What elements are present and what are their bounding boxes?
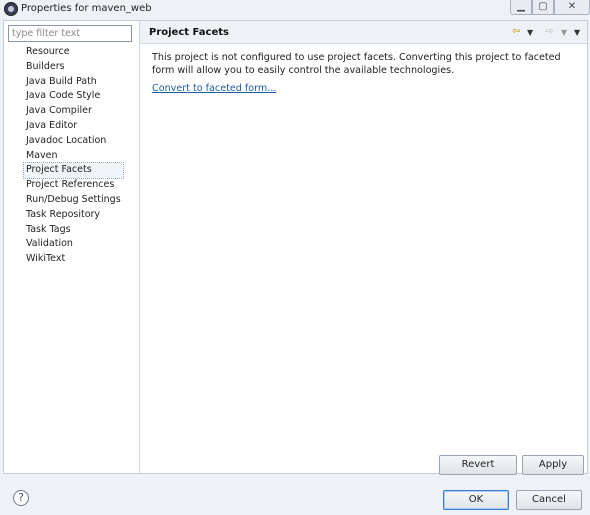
tree-item-project-facets[interactable]: Project Facets	[23, 162, 124, 180]
tree-item-project-references[interactable]: Project References	[24, 178, 123, 193]
tree-item-resource[interactable]: Resource	[24, 45, 123, 60]
info-message: This project is not configured to use pr…	[152, 52, 561, 76]
tree-item-task-tags[interactable]: Task Tags	[24, 223, 123, 238]
tree-item-java-build-path[interactable]: Java Build Path	[24, 75, 123, 90]
maximize-button[interactable]: ▢	[532, 0, 554, 15]
ok-button[interactable]: OK	[443, 490, 509, 510]
convert-link[interactable]: Convert to faceted form...	[152, 83, 276, 94]
property-tree: Resource Builders Java Build Path Java C…	[23, 45, 124, 267]
tree-item-wikitext[interactable]: WikiText	[24, 252, 123, 267]
filter-input[interactable]	[8, 25, 132, 42]
revert-button[interactable]: Revert	[439, 455, 517, 475]
cancel-button[interactable]: Cancel	[516, 490, 582, 510]
view-menu-icon[interactable]: ▼	[574, 28, 580, 37]
navigation-pane: Resource Builders Java Build Path Java C…	[4, 21, 140, 473]
help-icon[interactable]: ?	[13, 490, 29, 506]
minimize-button[interactable]: ▁	[510, 0, 532, 15]
tree-item-javadoc-location[interactable]: Javadoc Location	[24, 134, 123, 149]
tree-item-java-code-style[interactable]: Java Code Style	[24, 89, 123, 104]
close-button[interactable]: ✕	[554, 0, 590, 15]
tree-item-java-compiler[interactable]: Java Compiler	[24, 104, 123, 119]
page-header: Project Facets ⇦ ▼ ⇨ ▼ ▼	[140, 21, 587, 44]
tree-item-task-repository[interactable]: Task Repository	[24, 208, 123, 223]
tree-item-maven[interactable]: Maven	[24, 149, 123, 164]
title-bar: Properties for maven_web ▁ ▢ ✕	[0, 0, 590, 18]
tree-item-java-editor[interactable]: Java Editor	[24, 119, 123, 134]
content-pane: Project Facets ⇦ ▼ ⇨ ▼ ▼ This project is…	[140, 21, 587, 475]
tree-item-validation[interactable]: Validation	[24, 237, 123, 252]
eclipse-icon	[4, 2, 18, 16]
dialog-button-bar: ? OK Cancel	[0, 476, 590, 515]
arrow-right-icon[interactable]: ⇨	[545, 26, 553, 37]
page-title: Project Facets	[149, 27, 229, 38]
arrow-left-icon[interactable]: ⇦	[512, 26, 520, 37]
chevron-down-icon[interactable]: ▼	[561, 28, 567, 37]
tree-item-run-debug-settings[interactable]: Run/Debug Settings	[24, 193, 123, 208]
properties-dialog-body: Resource Builders Java Build Path Java C…	[3, 20, 588, 475]
window-title: Properties for maven_web	[21, 3, 152, 14]
chevron-down-icon[interactable]: ▼	[527, 28, 533, 37]
tree-item-builders[interactable]: Builders	[24, 60, 123, 75]
apply-button[interactable]: Apply	[522, 455, 584, 475]
